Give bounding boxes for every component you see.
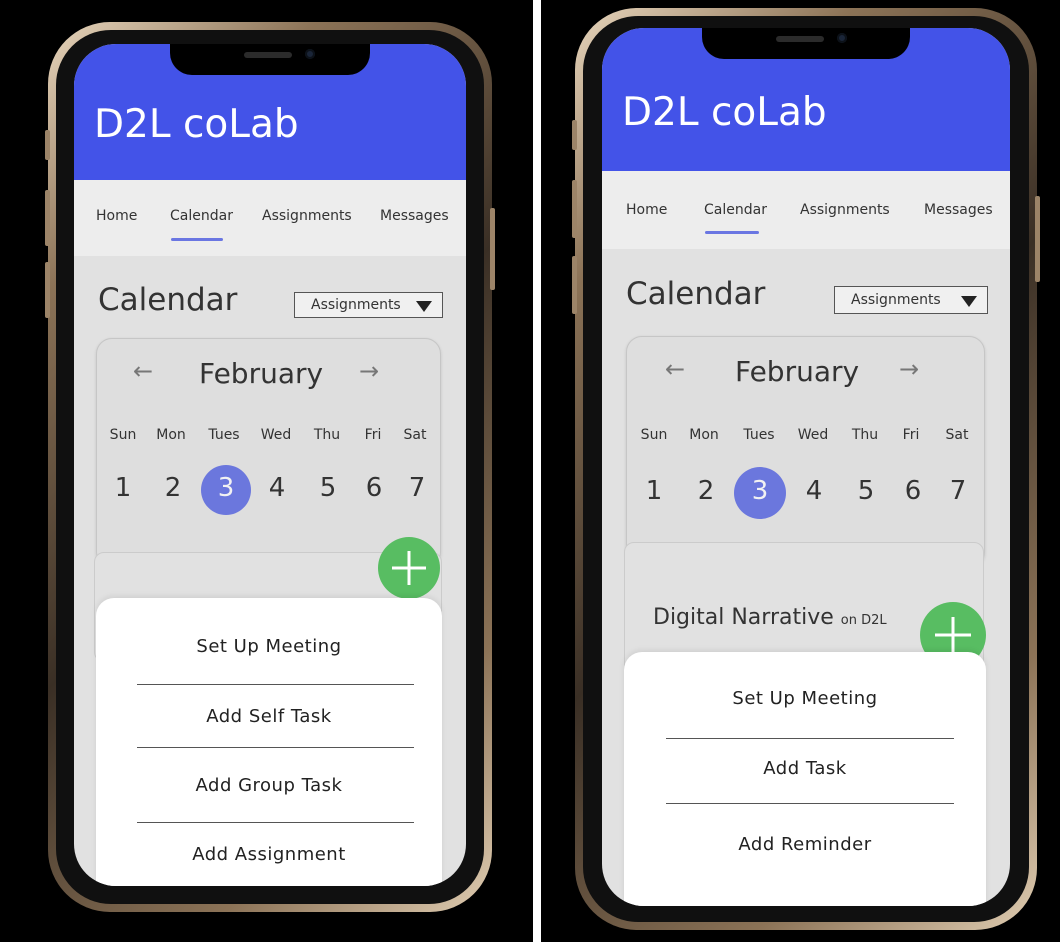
add-button[interactable] bbox=[378, 537, 440, 599]
filter-dropdown[interactable]: Assignments bbox=[294, 292, 443, 318]
day-cell-selected[interactable]: 3 bbox=[218, 473, 235, 503]
phone-device: D2L coLab Home Calendar Assignments Mess… bbox=[572, 8, 1040, 930]
chevron-down-icon bbox=[416, 301, 432, 312]
add-group-task-option[interactable]: Add Group Task bbox=[96, 775, 442, 796]
tab-home[interactable]: Home bbox=[96, 208, 137, 224]
weekday-label: Tues bbox=[743, 427, 775, 443]
event-title: Digital Narrative bbox=[653, 605, 834, 630]
weekday-label: Fri bbox=[364, 427, 382, 443]
weekday-label: Sat bbox=[945, 427, 969, 443]
day-cell[interactable]: 1 bbox=[646, 476, 663, 506]
app-title: D2L coLab bbox=[94, 102, 299, 147]
volume-up-button bbox=[572, 180, 577, 238]
mockup-panel-2: D2L coLab Home Calendar Assignments Mess… bbox=[541, 0, 1060, 942]
action-sheet: Set Up Meeting Add Self Task Add Group T… bbox=[96, 598, 442, 886]
volume-up-button bbox=[45, 190, 50, 246]
phone-device: D2L coLab Home Calendar Assignments Mess… bbox=[45, 22, 495, 912]
sheet-divider bbox=[137, 822, 414, 823]
sheet-divider bbox=[666, 803, 954, 804]
weekday-label: Wed bbox=[797, 427, 829, 443]
tab-calendar[interactable]: Calendar bbox=[170, 208, 233, 224]
day-cell[interactable]: 2 bbox=[698, 476, 715, 506]
weekday-label: Sat bbox=[403, 427, 427, 443]
day-cell[interactable]: 7 bbox=[950, 476, 967, 506]
add-task-option[interactable]: Add Task bbox=[624, 758, 986, 779]
weekday-label: Fri bbox=[902, 427, 920, 443]
arrow-left-icon[interactable]: ← bbox=[665, 357, 685, 381]
filter-dropdown-value: Assignments bbox=[311, 297, 401, 313]
phone-screen: D2L coLab Home Calendar Assignments Mess… bbox=[602, 28, 1010, 906]
arrow-left-icon[interactable]: ← bbox=[133, 359, 153, 383]
weekday-label: Tues bbox=[208, 427, 240, 443]
tab-calendar[interactable]: Calendar bbox=[704, 202, 767, 218]
day-cell[interactable]: 4 bbox=[806, 476, 823, 506]
weekday-label: Thu bbox=[851, 427, 879, 443]
mockup-panel-1: D2L coLab Home Calendar Assignments Mess… bbox=[0, 0, 533, 942]
volume-down-button bbox=[572, 256, 577, 314]
weekday-label: Sun bbox=[109, 427, 137, 443]
event-location: on D2L bbox=[840, 613, 887, 628]
month-label: February bbox=[735, 355, 860, 388]
app-title: D2L coLab bbox=[622, 90, 827, 135]
day-cell[interactable]: 2 bbox=[165, 473, 182, 503]
day-cell[interactable]: 6 bbox=[366, 473, 383, 503]
notch bbox=[702, 28, 910, 59]
tab-assignments[interactable]: Assignments bbox=[262, 208, 352, 224]
tab-home[interactable]: Home bbox=[626, 202, 667, 218]
add-reminder-option[interactable]: Add Reminder bbox=[624, 834, 986, 855]
weekday-label: Mon bbox=[689, 427, 719, 443]
nav-bar: Home Calendar Assignments Messages bbox=[74, 180, 466, 256]
calendar-card: ← February → Sun Mon Tues Wed Thu Fri Sa… bbox=[626, 336, 985, 568]
weekday-label: Thu bbox=[313, 427, 341, 443]
calendar-card: ← February → Sun Mon Tues Wed Thu Fri Sa… bbox=[96, 338, 441, 568]
power-button bbox=[490, 208, 495, 290]
tab-assignments[interactable]: Assignments bbox=[800, 202, 890, 218]
month-label: February bbox=[199, 357, 324, 390]
day-cell[interactable]: 6 bbox=[905, 476, 922, 506]
day-cell-selected[interactable]: 3 bbox=[752, 476, 769, 506]
set-up-meeting-option[interactable]: Set Up Meeting bbox=[96, 636, 442, 657]
add-assignment-option[interactable]: Add Assignment bbox=[96, 844, 442, 865]
front-camera-icon bbox=[837, 33, 847, 43]
sheet-divider bbox=[137, 684, 414, 685]
chevron-down-icon bbox=[961, 296, 977, 307]
nav-bar: Home Calendar Assignments Messages bbox=[602, 171, 1010, 249]
add-self-task-option[interactable]: Add Self Task bbox=[96, 706, 442, 727]
mute-switch bbox=[45, 130, 50, 160]
mute-switch bbox=[572, 120, 577, 150]
active-tab-indicator bbox=[171, 238, 223, 241]
weekday-label: Wed bbox=[260, 427, 292, 443]
sheet-divider bbox=[666, 738, 954, 739]
tab-messages[interactable]: Messages bbox=[380, 208, 449, 224]
set-up-meeting-option[interactable]: Set Up Meeting bbox=[624, 688, 986, 709]
speaker-grille bbox=[244, 52, 292, 58]
day-cell[interactable]: 5 bbox=[320, 473, 337, 503]
filter-dropdown-value: Assignments bbox=[851, 292, 941, 308]
day-cell[interactable]: 7 bbox=[409, 473, 426, 503]
filter-dropdown[interactable]: Assignments bbox=[834, 286, 988, 314]
volume-down-button bbox=[45, 262, 50, 318]
weekday-label: Sun bbox=[640, 427, 668, 443]
front-camera-icon bbox=[305, 49, 315, 59]
sheet-divider bbox=[137, 747, 414, 748]
day-cell[interactable]: 1 bbox=[115, 473, 132, 503]
arrow-right-icon[interactable]: → bbox=[899, 357, 919, 381]
notch bbox=[170, 44, 370, 75]
page-title: Calendar bbox=[626, 276, 766, 312]
tab-messages[interactable]: Messages bbox=[924, 202, 993, 218]
weekday-label: Mon bbox=[156, 427, 186, 443]
action-sheet: Set Up Meeting Add Task Add Reminder bbox=[624, 652, 986, 906]
page-title: Calendar bbox=[98, 282, 238, 318]
arrow-right-icon[interactable]: → bbox=[359, 359, 379, 383]
speaker-grille bbox=[776, 36, 824, 42]
event-item[interactable]: Digital Narrative on D2L bbox=[653, 605, 887, 630]
day-cell[interactable]: 5 bbox=[858, 476, 875, 506]
active-tab-indicator bbox=[705, 231, 759, 234]
day-cell[interactable]: 4 bbox=[269, 473, 286, 503]
phone-screen: D2L coLab Home Calendar Assignments Mess… bbox=[74, 44, 466, 886]
power-button bbox=[1035, 196, 1040, 282]
